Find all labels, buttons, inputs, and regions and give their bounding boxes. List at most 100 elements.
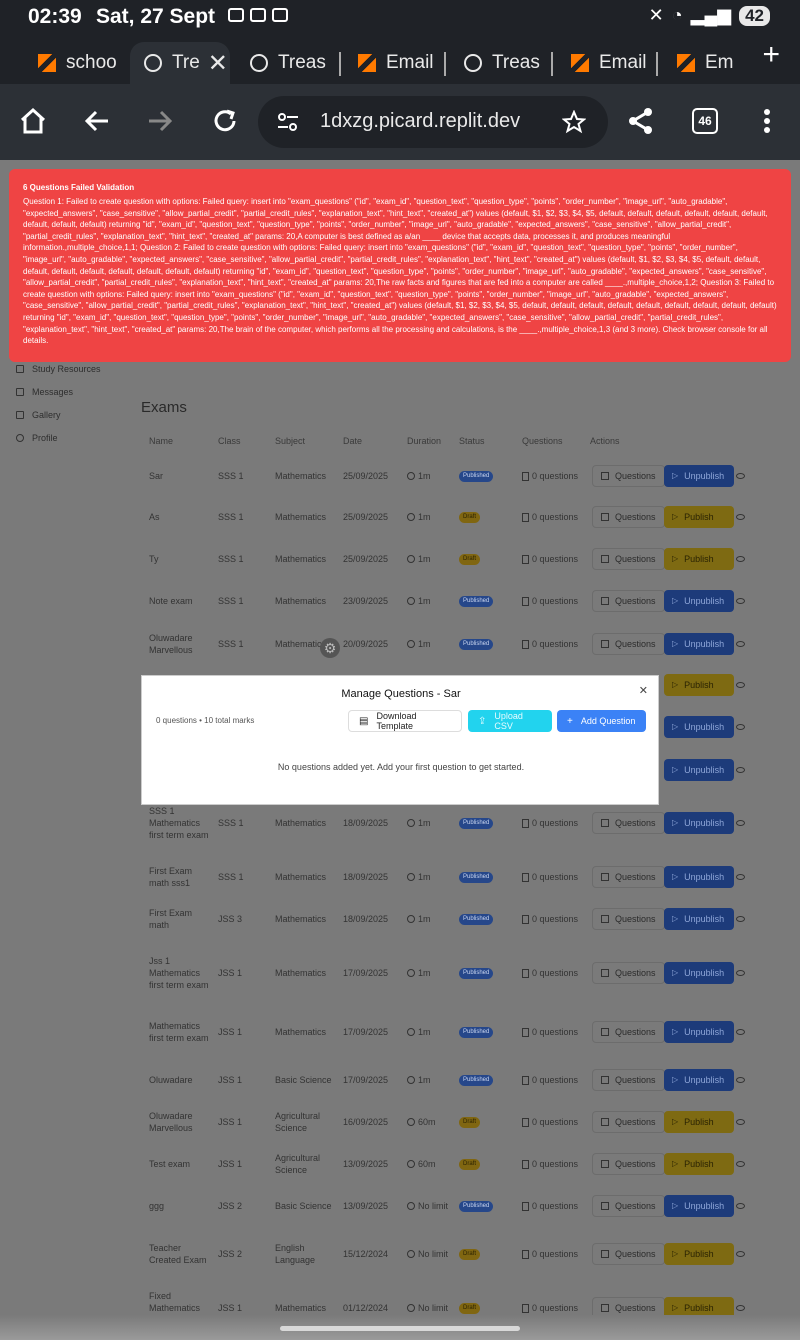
unpublish-button[interactable]: ▷ Unpublish xyxy=(664,812,734,834)
questions-button[interactable]: Questions xyxy=(592,908,665,930)
unpublish-button[interactable]: ▷ Unpublish xyxy=(664,962,734,984)
sidebar-item-messages[interactable]: Messages xyxy=(16,387,126,397)
publish-button[interactable]: ▷ Publish xyxy=(664,548,734,570)
questions-cell-action: Questions xyxy=(592,953,665,993)
eye-icon[interactable] xyxy=(736,514,745,520)
home-button[interactable] xyxy=(16,104,50,138)
eye-icon[interactable] xyxy=(736,641,745,647)
unpublish-button[interactable]: ▷ Unpublish xyxy=(664,633,734,655)
new-tab-button[interactable]: + xyxy=(762,38,780,72)
questions-button[interactable]: Questions xyxy=(592,1069,665,1091)
eye-icon[interactable] xyxy=(736,682,745,688)
publish-button[interactable]: ▷ Publish xyxy=(664,674,734,696)
forward-button[interactable] xyxy=(143,104,177,138)
questions-button[interactable]: Questions xyxy=(592,465,665,487)
questions-button[interactable]: Questions xyxy=(592,1111,665,1133)
publish-cell: ▷ Unpublish xyxy=(664,1186,734,1226)
upload-csv-button[interactable]: ⇪ Upload CSV xyxy=(468,710,552,732)
home-gesture-bar[interactable] xyxy=(280,1326,520,1331)
publish-button[interactable]: ▷ Publish xyxy=(664,1111,734,1133)
questions-button[interactable]: Questions xyxy=(592,1195,665,1217)
clock-icon xyxy=(407,969,415,977)
questions-button[interactable]: Questions xyxy=(592,1021,665,1043)
browser-tab-active[interactable]: Tre ✕ xyxy=(130,42,230,84)
publish-button[interactable]: ▷ Publish xyxy=(664,506,734,528)
eye-icon[interactable] xyxy=(736,970,745,976)
eye-icon[interactable] xyxy=(736,1161,745,1167)
question-count: 0 questions xyxy=(532,871,579,882)
publish-button[interactable]: ▷ Publish xyxy=(664,1153,734,1175)
questions-button[interactable]: Questions xyxy=(592,1243,665,1265)
share-button[interactable] xyxy=(624,104,658,138)
eye-icon[interactable] xyxy=(736,820,745,826)
questions-button[interactable]: Questions xyxy=(592,590,665,612)
address-bar[interactable]: 1dxzg.picard.replit.dev xyxy=(258,96,608,148)
unpublish-button[interactable]: ▷ Unpublish xyxy=(664,866,734,888)
eye-icon[interactable] xyxy=(736,1077,745,1083)
unpublish-button[interactable]: ▷ Unpublish xyxy=(664,716,734,738)
reload-button[interactable] xyxy=(208,104,242,138)
eye-icon[interactable] xyxy=(736,1251,745,1257)
replit-icon xyxy=(358,54,376,72)
eye-icon[interactable] xyxy=(736,556,745,562)
eye-icon[interactable] xyxy=(736,724,745,730)
browser-tab[interactable]: Em xyxy=(677,42,737,84)
message-icon xyxy=(272,8,288,22)
sidebar-item-study-resources[interactable]: Study Resources xyxy=(16,364,126,374)
unpublish-button[interactable]: ▷ Unpublish xyxy=(664,1195,734,1217)
download-template-button[interactable]: ▤ Download Template xyxy=(348,710,462,732)
sidebar-item-label: Gallery xyxy=(32,410,61,420)
questions-button[interactable]: Questions xyxy=(592,962,665,984)
eye-icon[interactable] xyxy=(736,1119,745,1125)
back-button[interactable] xyxy=(80,104,114,138)
sidebar-item-gallery[interactable]: Gallery xyxy=(16,410,126,420)
eye-icon[interactable] xyxy=(736,1305,745,1311)
eye-icon[interactable] xyxy=(736,1203,745,1209)
site-settings-icon[interactable] xyxy=(276,110,300,134)
unpublish-button[interactable]: ▷ Unpublish xyxy=(664,465,734,487)
status-badge: Draft xyxy=(459,1158,481,1170)
menu-button[interactable] xyxy=(750,104,784,138)
questions-button[interactable]: Questions xyxy=(592,506,665,528)
questions-button[interactable]: Questions xyxy=(592,812,665,834)
close-icon[interactable]: ✕ xyxy=(639,684,648,697)
sidebar-item-profile[interactable]: Profile xyxy=(16,433,126,443)
add-question-button[interactable]: + Add Question xyxy=(557,710,646,732)
tab-switcher-button[interactable]: 46 xyxy=(688,104,722,138)
bookmark-star-icon[interactable] xyxy=(562,110,586,134)
error-toast[interactable]: 6 Questions Failed Validation Question 1… xyxy=(9,169,791,362)
unpublish-button[interactable]: ▷ Unpublish xyxy=(664,1021,734,1043)
eye-icon[interactable] xyxy=(736,1029,745,1035)
questions-button[interactable]: Questions xyxy=(592,633,665,655)
browser-tab[interactable]: Treas xyxy=(250,42,336,84)
unpublish-button[interactable]: ▷ Unpublish xyxy=(664,1069,734,1091)
unpublish-button[interactable]: ▷ Unpublish xyxy=(664,908,734,930)
unpublish-button[interactable]: ▷ Unpublish xyxy=(664,590,734,612)
button-label: Unpublish xyxy=(684,471,725,481)
publish-button[interactable]: ▷ Publish xyxy=(664,1243,734,1265)
eye-icon[interactable] xyxy=(736,473,745,479)
duration-value: 1m xyxy=(418,639,431,649)
eye-icon[interactable] xyxy=(736,916,745,922)
browser-tab[interactable]: Email xyxy=(358,42,448,84)
browser-tab[interactable]: schoo xyxy=(38,42,130,84)
eye-icon[interactable] xyxy=(736,874,745,880)
button-label: Download Template xyxy=(376,711,417,731)
exam-name: Ty xyxy=(149,554,159,564)
exam-duration: No limit xyxy=(407,1234,457,1274)
eye-icon[interactable] xyxy=(736,767,745,773)
exam-class: JSS 3 xyxy=(218,914,243,924)
browser-tab[interactable]: Treas xyxy=(464,42,550,84)
unpublish-button[interactable]: ▷ Unpublish xyxy=(664,759,734,781)
questions-button[interactable]: Questions xyxy=(592,548,665,570)
close-tab-icon[interactable]: ✕ xyxy=(208,49,228,78)
eye-icon[interactable] xyxy=(736,598,745,604)
questions-cell: 0 questions xyxy=(522,1012,586,1052)
browser-tab[interactable]: Email xyxy=(571,42,655,84)
publish-cell: ▷ Publish xyxy=(664,1144,734,1184)
table-row: Teacher Created Exam JSS 2 English Languag… xyxy=(0,1234,800,1274)
settings-gear-icon[interactable]: ⚙ xyxy=(320,638,340,658)
questions-cell: 0 questions xyxy=(522,539,586,579)
questions-button[interactable]: Questions xyxy=(592,866,665,888)
questions-button[interactable]: Questions xyxy=(592,1153,665,1175)
